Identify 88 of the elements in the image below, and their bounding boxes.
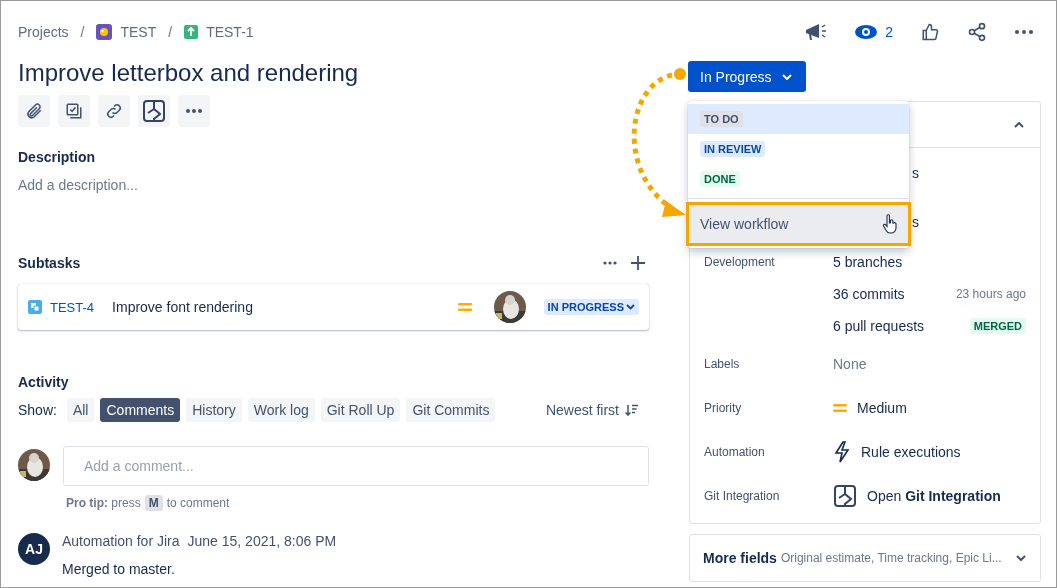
git-integration-button[interactable] <box>138 95 170 127</box>
more-icon[interactable] <box>1015 30 1033 34</box>
breadcrumb-link[interactable]: TEST-1 <box>206 24 254 40</box>
status-option[interactable]: IN REVIEW <box>688 134 909 164</box>
section-heading: Subtasks <box>18 254 81 273</box>
subtask-card[interactable]: TEST-4 Improve font rendering IN PROGRESS <box>18 284 649 330</box>
filter-tab[interactable]: All <box>66 398 95 422</box>
pro-tip-text: to comment <box>166 496 230 510</box>
project-avatar-icon <box>96 24 113 40</box>
more-fields-summary: Original estimate, Time tracking, Epic Li... <box>780 551 1003 565</box>
status-option[interactable]: TO DO <box>688 104 909 134</box>
pull-requests-link[interactable]: 6 pull requests <box>833 318 970 334</box>
priority-medium-icon <box>833 403 847 413</box>
checkbox-stack-icon <box>65 102 83 120</box>
thumbs-up-icon[interactable] <box>921 23 939 41</box>
more-fields-label: More fields <box>703 550 777 566</box>
description-placeholder[interactable]: Add a description... <box>18 175 649 195</box>
field-value[interactable]: Rule executions <box>861 444 961 460</box>
field-value[interactable]: Medium <box>857 400 907 416</box>
section-heading: Activity <box>18 373 70 392</box>
comment-time: June 15, 2021, 8:06 PM <box>187 533 337 549</box>
merged-status: MERGED <box>969 318 1026 334</box>
breadcrumb-link[interactable]: TEST <box>120 24 157 40</box>
split-square-icon <box>833 484 857 508</box>
more-fields-card[interactable]: More fields Original estimate, Time tracking, Epic Li... <box>689 534 1041 582</box>
hand-cursor-icon <box>882 214 898 234</box>
commit-time: 23 hours ago <box>955 287 1026 301</box>
view-workflow-link[interactable]: View workflow <box>686 202 911 246</box>
issue-key-link[interactable]: TEST-4 <box>50 299 95 315</box>
comment-text: Merged to master. <box>62 561 176 577</box>
field-value[interactable]: Open Git Integration <box>867 488 1001 504</box>
section-heading: Description <box>18 148 96 167</box>
field-label: Automation <box>704 445 766 459</box>
split-square-icon <box>142 99 166 123</box>
pro-tip-text: Pro tip: press <box>66 496 141 510</box>
field-value: s <box>912 164 919 181</box>
lightning-icon <box>833 441 851 463</box>
subtask-summary: Improve font rendering <box>112 299 253 315</box>
status-dropdown[interactable]: IN PROGRESS <box>543 299 639 315</box>
field-value[interactable]: None <box>833 356 1026 372</box>
eye-icon <box>855 25 878 39</box>
megaphone-icon[interactable] <box>805 22 828 42</box>
breadcrumb-separator: / <box>168 24 173 40</box>
field-value: s <box>912 213 919 230</box>
add-icon[interactable] <box>631 256 645 270</box>
share-icon[interactable] <box>967 22 987 42</box>
chevron-up-icon[interactable] <box>1014 121 1024 128</box>
author-name[interactable]: Automation for Jira <box>62 533 180 549</box>
chevron-down-icon <box>1016 555 1026 561</box>
keyboard-key: M <box>144 495 163 511</box>
more-icon <box>186 109 202 113</box>
field-label: Priority <box>704 401 743 415</box>
filter-tab[interactable]: Git Roll Up <box>320 398 401 422</box>
filter-tab[interactable]: Comments <box>100 398 181 422</box>
paperclip-icon <box>25 102 43 120</box>
attach-button[interactable] <box>18 95 50 127</box>
status-lozenge: DONE <box>700 171 740 187</box>
field-label: Git Integration <box>704 489 781 503</box>
sort-button[interactable]: Newest first <box>545 402 649 418</box>
chevron-down-icon <box>626 304 635 310</box>
filter-tab[interactable]: Work log <box>247 398 315 422</box>
more-button[interactable] <box>178 95 210 127</box>
show-label: Show: <box>18 402 57 418</box>
watch-button[interactable]: 2 <box>855 24 893 40</box>
status-option[interactable]: DONE <box>688 164 909 194</box>
filter-tab[interactable]: History <box>186 398 242 422</box>
more-icon[interactable] <box>603 261 617 265</box>
issue-title[interactable]: Improve letterbox and rendering <box>18 57 649 89</box>
comment-field[interactable]: Add a comment... <box>63 446 649 486</box>
status-lozenge: IN REVIEW <box>700 141 766 157</box>
link-button[interactable] <box>98 95 130 127</box>
chevron-down-icon <box>781 73 792 80</box>
field-label: Development <box>704 255 776 269</box>
field-label: Labels <box>704 357 741 371</box>
breadcrumb-link[interactable]: Projects <box>18 24 69 40</box>
link-icon <box>105 102 123 120</box>
subtask-icon <box>28 300 42 314</box>
commits-link[interactable]: 36 commits <box>833 286 956 302</box>
user-avatar: AJ <box>18 533 50 565</box>
breadcrumb-separator: / <box>80 24 85 40</box>
subtask-button[interactable] <box>58 95 90 127</box>
priority-medium-icon <box>457 302 472 312</box>
filter-tab[interactable]: Git Commits <box>406 398 496 422</box>
sort-icon <box>625 404 639 416</box>
status-button[interactable]: In Progress <box>688 61 806 92</box>
arrow-up-icon <box>184 25 199 39</box>
branches-link[interactable]: 5 branches <box>833 254 1026 270</box>
status-lozenge: TO DO <box>700 111 743 127</box>
